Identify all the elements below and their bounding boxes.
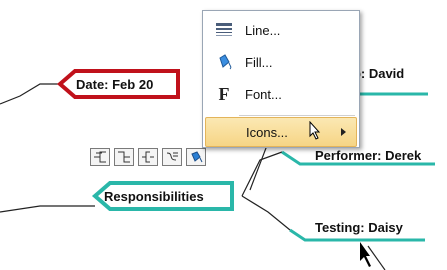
menu-item-fill-label: Fill... [245,54,273,70]
menu-item-fill[interactable]: Fill... [205,47,357,77]
topic-responsibilities[interactable]: Responsibilities [91,181,234,211]
topic-responsibilities-label: Responsibilities [104,189,204,204]
fill-bucket-icon [213,51,235,73]
bracket-layout-button[interactable] [138,148,158,166]
topic-testing-label: Testing: Daisy [315,220,404,235]
topic-date[interactable]: Date: Feb 20 [56,69,180,99]
connector-style-button[interactable] [162,148,182,166]
menu-item-icons-label: Icons... [246,124,288,140]
menu-item-line[interactable]: Line... [205,15,357,45]
fill-format-icon [191,151,203,163]
branch-line-testing [241,195,291,231]
topic-format-toolbar [90,148,206,166]
arrow-cursor-icon [360,242,371,267]
connector-style-icon [166,152,178,161]
left-tree-layout-icon [94,151,106,163]
submenu-arrow-icon [341,128,346,136]
topic-testing[interactable]: Testing: Daisy [289,220,425,242]
branch-line-main [0,205,95,213]
mouse-pointer-icon [309,121,321,140]
menu-item-font-label: Font... [245,86,282,102]
fill-format-button[interactable] [186,148,206,166]
left-tree-layout-button[interactable] [90,148,110,166]
line-style-icon [213,19,235,41]
format-context-menu: Line... Fill... F Font... Icons... [202,10,360,148]
font-icon: F [218,83,230,104]
menu-item-line-label: Line... [245,22,281,38]
bracket-layout-icon [142,151,154,163]
branch-line-date [0,83,60,105]
topic-performer-label: Performer: Derek [315,148,422,163]
topic-date-label: Date: Feb 20 [76,77,153,92]
menu-separator [239,115,355,116]
right-tree-layout-button[interactable] [114,148,134,166]
topic-performer[interactable]: Performer: Derek [281,148,435,166]
menu-item-icons[interactable]: Icons... [205,117,357,147]
cursor-connector-line [367,245,386,270]
right-tree-layout-icon [118,151,130,163]
menu-item-font[interactable]: F Font... [205,79,357,109]
